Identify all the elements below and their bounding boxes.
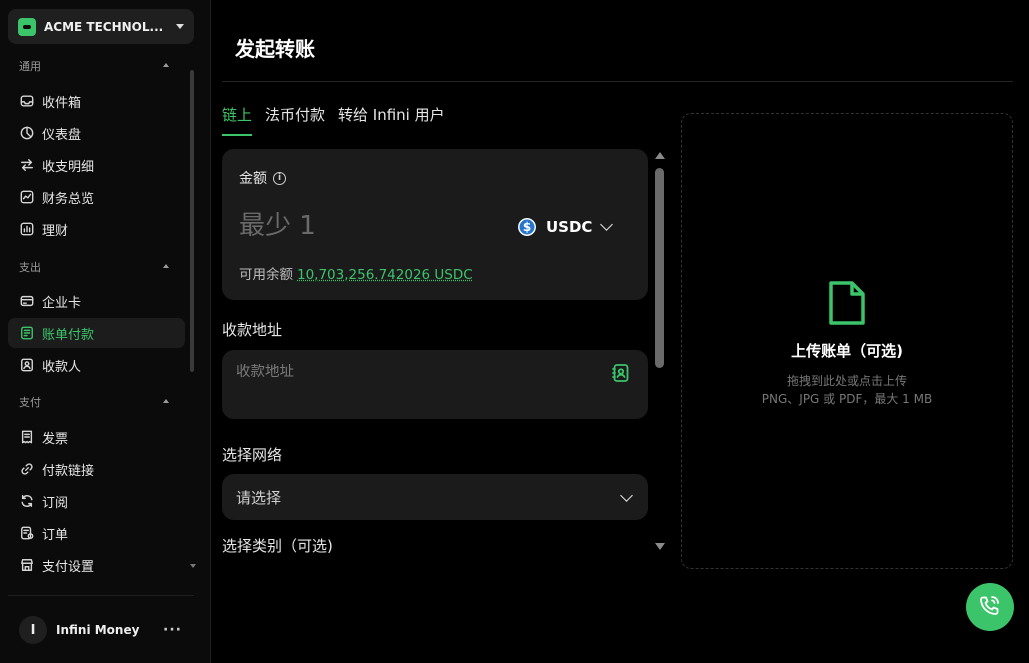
collapse-caret-icon[interactable] [163,264,169,268]
upload-title: 上传账单（可选) [791,342,903,360]
sidebar-item-dashboard[interactable]: 仪表盘 [8,118,185,148]
sidebar-item-corporate-card[interactable]: 企业卡 [8,286,185,316]
balance-label: 可用余额 [239,267,293,283]
sidebar-item-label: 收支明细 [42,159,95,175]
collapse-caret-icon[interactable] [163,399,169,403]
sidebar-item-payment-link[interactable]: 付款链接 [8,454,185,484]
sidebar-item-label: 理财 [42,223,69,239]
collapse-caret-icon[interactable] [163,63,169,67]
sidebar-item-bill-payment[interactable]: 账单付款 [8,318,185,348]
sidebar-item-label: 收件箱 [42,95,82,111]
refresh-icon [20,494,34,508]
sidebar-item-label: 支付设置 [42,559,95,575]
sidebar-item-orders[interactable]: 订单 [8,518,185,548]
support-call-button[interactable] [966,583,1014,631]
tab-infini-user[interactable]: 转给 Infini 用户 [338,104,445,136]
divider [222,81,1013,82]
scroll-down-arrow-icon[interactable] [655,543,665,550]
form-scrollbar[interactable] [652,149,666,553]
sidebar-item-inbox[interactable]: 收件箱 [8,86,185,116]
org-name: ACME TECHNOL... [44,19,164,34]
chevron-down-icon [600,218,614,231]
link-icon [20,462,34,476]
contact-icon [20,358,34,372]
user-profile[interactable]: I Infini Money [19,616,139,644]
sidebar-item-label: 订单 [42,527,69,543]
section-title-spending: 支出 [19,261,41,274]
address-book-icon[interactable] [611,363,631,387]
sidebar: ACME TECHNOL... 通用 收件箱 仪表盘 收支明细 财务总览 理财 … [0,0,211,663]
token-selector[interactable]: $ USDC [516,216,614,238]
divider [8,595,194,596]
scrollbar-thumb[interactable] [655,168,664,368]
sidebar-item-label: 企业卡 [42,295,82,311]
sidebar-item-label: 账单付款 [42,327,95,343]
sidebar-item-label: 发票 [42,431,69,447]
sidebar-item-finance-overview[interactable]: 财务总览 [8,182,185,212]
sidebar-item-label: 财务总览 [42,191,95,207]
org-logo-icon [18,17,36,36]
available-balance: 可用余额 10,703,256.742026 USDC [239,263,473,283]
token-name: USDC [546,218,593,236]
transfer-arrows-icon [20,158,34,172]
org-switcher[interactable]: ACME TECHNOL... [8,9,194,44]
section-title-general: 通用 [19,60,41,73]
network-select-value: 请选择 [236,489,282,507]
sidebar-item-payment-settings[interactable]: 支付设置 [8,550,185,580]
user-name: Infini Money [56,623,140,637]
more-options-icon[interactable]: ··· [163,622,182,638]
upload-formats: PNG、JPG 或 PDF，最大 1 MB [761,392,933,406]
amount-input[interactable] [239,211,459,241]
sidebar-item-invoice[interactable]: 发票 [8,422,185,452]
sidebar-item-label: 付款链接 [42,463,95,479]
usdc-coin-icon: $ [516,216,538,238]
sidebar-item-wealth[interactable]: 理财 [8,214,185,244]
address-card [222,350,648,419]
scroll-up-arrow-icon[interactable] [655,152,665,159]
page-title: 发起转账 [235,37,315,61]
section-title-payments: 支付 [19,396,41,409]
sidebar-scrollbar[interactable] [190,70,194,372]
network-label: 选择网络 [222,446,283,464]
bill-upload-dropzone[interactable]: 上传账单（可选) 拖拽到此处或点击上传 PNG、JPG 或 PDF，最大 1 M… [681,113,1013,569]
card-icon [20,294,34,308]
avatar: I [19,616,47,644]
address-input[interactable] [236,364,596,380]
address-label: 收款地址 [222,321,283,339]
info-icon[interactable]: i [273,171,286,185]
invoice-icon [20,430,34,444]
inbox-icon [20,94,34,108]
chart-icon [20,190,34,204]
phone-icon [979,594,1001,620]
document-icon [828,280,866,330]
upload-hint: 拖拽到此处或点击上传 [786,374,907,388]
bill-icon [20,326,34,340]
caret-down-icon [176,24,184,29]
sidebar-item-label: 仪表盘 [42,127,82,143]
store-icon [20,558,34,572]
dashboard-icon [20,126,34,140]
sidebar-item-label: 收款人 [42,359,82,375]
category-label: 选择类别（可选) [222,537,333,555]
sidebar-item-subscriptions[interactable]: 订阅 [8,486,185,516]
transfer-tabs: 链上 法币付款 转给 Infini 用户 [222,104,458,136]
sidebar-item-transactions[interactable]: 收支明细 [8,150,185,180]
scroll-down-arrow-icon[interactable] [190,564,196,568]
bar-chart-icon [20,222,34,236]
order-icon [20,526,34,540]
sidebar-item-label: 订阅 [42,495,69,511]
amount-label: 金额 [239,171,267,187]
network-select[interactable]: 请选择 [222,474,648,520]
tab-onchain[interactable]: 链上 [222,104,253,136]
sidebar-item-payees[interactable]: 收款人 [8,350,185,380]
amount-card: 金额 i $ USDC 可用余额10,703,256.742026 USDC [222,149,648,300]
amount-label-row: 金额 i [239,168,286,188]
chevron-down-icon [620,489,633,502]
balance-value[interactable]: 10,703,256.742026 USDC [297,267,473,283]
tab-fiat-payment[interactable]: 法币付款 [265,104,325,136]
